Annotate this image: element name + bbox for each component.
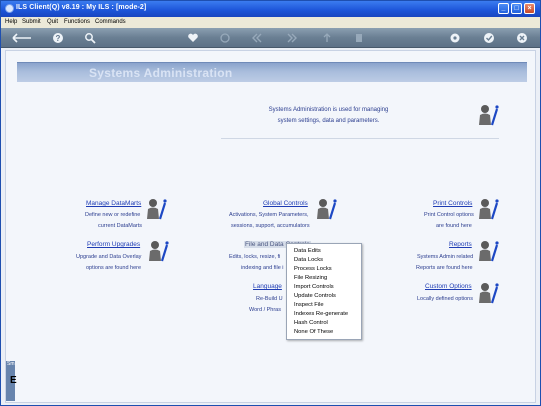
app-icon (5, 4, 14, 13)
title-bar: ILS Client(Q) v8.19 : My ILS : [mode-2] … (1, 1, 540, 17)
svg-text:?: ? (56, 34, 61, 43)
close-icon[interactable] (516, 32, 528, 44)
language-desc-2: Word / Phras (249, 307, 281, 313)
toolbar: ? (1, 28, 540, 48)
forward-icon[interactable] (286, 32, 298, 44)
popup-item-hash-control[interactable]: Hash Control (294, 320, 328, 326)
popup-item-data-locks[interactable]: Data Locks (294, 257, 323, 263)
manage-datamarts-link[interactable]: Manage DataMarts (86, 200, 141, 207)
print-controls-help-icon[interactable] (477, 197, 501, 221)
custom-options-desc-1: Locally defined options (417, 296, 473, 302)
popup-item-import-controls[interactable]: Import Controls (294, 284, 334, 290)
reports-desc-1: Systems Admin related (417, 254, 474, 260)
language-desc-1: Re-Build U (256, 296, 283, 302)
manage-datamarts-desc-2: current DataMarts (98, 223, 143, 229)
popup-item-indexes-regenerate[interactable]: Indexes Re-generate (294, 311, 348, 317)
intro-line-1: Systems Administration is used for manag… (268, 107, 389, 113)
manage-datamarts-help-icon[interactable] (145, 197, 169, 221)
perform-upgrades-link[interactable]: Perform Upgrades (87, 241, 140, 248)
reports-help-icon[interactable] (477, 239, 501, 263)
menu-commands[interactable]: Commands (95, 19, 126, 25)
help-icon[interactable]: ? (52, 32, 64, 44)
perform-upgrades-desc-2: options are found here (86, 265, 142, 271)
minimize-button[interactable]: _ (498, 3, 509, 14)
popup-item-update-controls[interactable]: Update Controls (294, 293, 336, 299)
global-controls-help-icon[interactable] (315, 197, 339, 221)
heart-icon[interactable] (187, 32, 199, 44)
stop-icon[interactable] (353, 32, 365, 44)
rewind-icon[interactable] (251, 32, 263, 44)
side-strip-label: Sm (7, 361, 15, 367)
menu-help[interactable]: Help (5, 19, 17, 25)
menu-functions[interactable]: Functions (64, 19, 90, 25)
print-controls-desc-1: Print Control options (424, 212, 474, 218)
check-icon[interactable] (483, 32, 495, 44)
page-title: Systems Administration (89, 66, 233, 80)
popup-item-inspect-file[interactable]: Inspect File (294, 302, 324, 308)
manage-datamarts-desc-1: Define new or redefine (85, 212, 141, 218)
search-icon[interactable] (84, 32, 96, 44)
settings-icon[interactable] (449, 32, 461, 44)
page-banner: Systems Administration (17, 62, 527, 82)
custom-options-link[interactable]: Custom Options (425, 283, 472, 290)
file-data-controls-desc-2: indexing and file i (241, 265, 284, 271)
refresh-icon[interactable] (219, 32, 231, 44)
up-icon[interactable] (321, 32, 333, 44)
language-link[interactable]: Language (253, 283, 282, 290)
menu-quit[interactable]: Quit (47, 19, 58, 25)
close-button[interactable]: × (524, 3, 535, 14)
global-controls-desc-1: Activations, System Parameters, (229, 212, 309, 218)
print-controls-link[interactable]: Print Controls (433, 200, 472, 207)
popup-item-data-edits[interactable]: Data Edits (294, 248, 321, 254)
side-strip-letter: E (10, 375, 17, 386)
file-data-controls-popup-menu: Data Edits Data Locks Process Locks File… (286, 243, 362, 340)
popup-item-file-resizing[interactable]: File Resizing (294, 275, 327, 281)
popup-item-none-of-these[interactable]: None Of These (294, 329, 333, 335)
perform-upgrades-help-icon[interactable] (147, 239, 171, 263)
intro-line-2: system settings, data and parameters. (277, 118, 380, 124)
window-title: ILS Client(Q) v8.19 : My ILS : [mode-2] (16, 4, 147, 11)
popup-item-process-locks[interactable]: Process Locks (294, 266, 332, 272)
custom-options-help-icon[interactable] (477, 281, 501, 305)
help-person-icon[interactable] (477, 103, 501, 127)
back-arrow-icon[interactable] (11, 32, 33, 44)
menu-bar: Help Submit Quit Functions Commands (1, 17, 540, 28)
divider (221, 138, 499, 139)
perform-upgrades-desc-1: Upgrade and Data Overlay (76, 254, 142, 260)
reports-desc-2: Reports are found here (416, 265, 473, 271)
print-controls-desc-2: are found here (436, 223, 472, 229)
menu-submit[interactable]: Submit (22, 19, 41, 25)
global-controls-desc-2: sessions, support, accumulators (231, 223, 310, 229)
app-window: ILS Client(Q) v8.19 : My ILS : [mode-2] … (0, 0, 541, 406)
global-controls-link[interactable]: Global Controls (263, 200, 308, 207)
reports-link[interactable]: Reports (449, 241, 472, 248)
maximize-button[interactable]: □ (511, 3, 522, 14)
file-data-controls-desc-1: Edits, locks, resize, fi (229, 254, 281, 260)
